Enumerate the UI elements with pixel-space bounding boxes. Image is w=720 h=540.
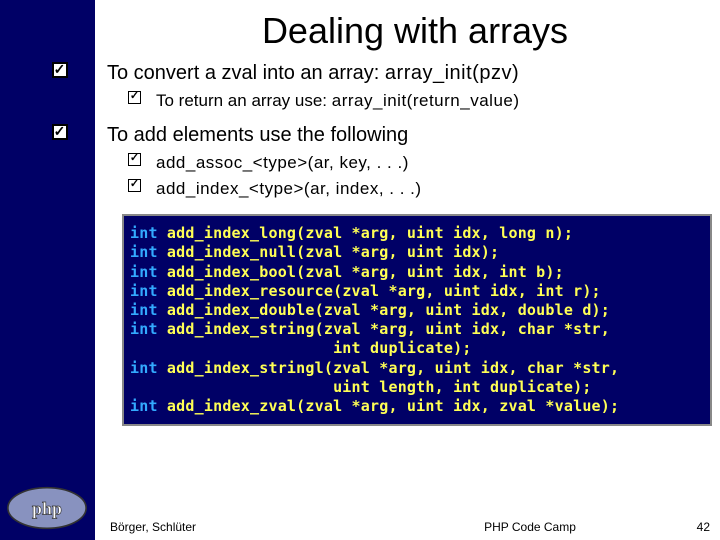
slide-title: Dealing with arrays — [0, 0, 720, 60]
checkbox-icon — [12, 60, 107, 78]
checkbox-icon — [12, 122, 107, 140]
code-keyword: int — [130, 224, 158, 242]
code-line: add_index_string(zval *arg, uint idx, ch… — [158, 320, 610, 338]
bullet-text-pre: To return an array use: — [156, 91, 332, 110]
bullet-text-code: array_init(pzv) — [385, 62, 519, 84]
code-keyword: int — [130, 320, 158, 338]
code-line: uint length, int duplicate); — [130, 378, 592, 396]
php-logo-icon: php — [6, 486, 88, 530]
code-line: add_index_zval(zval *arg, uint idx, zval… — [158, 397, 620, 415]
code-line: add_index_bool(zval *arg, uint idx, int … — [158, 263, 564, 281]
bullet-level2: add_index_<type>(ar, index, . . .) — [128, 178, 720, 200]
footer-title: PHP Code Camp — [390, 520, 670, 534]
bullet-level1: To add elements use the following — [12, 122, 720, 148]
code-line: add_index_resource(zval *arg, uint idx, … — [158, 282, 601, 300]
bullet-text: To add elements use the following — [107, 122, 720, 148]
footer-page-number: 42 — [670, 520, 710, 534]
code-keyword: int — [130, 282, 158, 300]
checkbox-icon — [128, 178, 156, 192]
bullet-text-code: add_assoc_<type>(ar, key, . . .) — [156, 152, 720, 174]
code-keyword: int — [130, 397, 158, 415]
code-keyword: int — [130, 263, 158, 281]
bullet-text-code: array_init(return_value) — [332, 91, 520, 110]
bullet-level2: add_assoc_<type>(ar, key, . . .) — [128, 152, 720, 174]
bullet-level2: To return an array use: array_init(retur… — [128, 90, 720, 112]
code-keyword: int — [130, 359, 158, 377]
footer: Börger, Schlüter PHP Code Camp 42 — [110, 520, 710, 534]
code-line: add_index_null(zval *arg, uint idx); — [158, 243, 500, 261]
footer-authors: Börger, Schlüter — [110, 520, 390, 534]
bullet-text: To return an array use: array_init(retur… — [156, 90, 720, 112]
code-line: add_index_long(zval *arg, uint idx, long… — [158, 224, 573, 242]
checkbox-icon — [128, 90, 156, 104]
code-block: int add_index_long(zval *arg, uint idx, … — [122, 214, 712, 426]
bullet-text-pre: To convert a zval into an array: — [107, 62, 385, 84]
content-area: Dealing with arrays To convert a zval in… — [0, 0, 720, 540]
bullet-level1: To convert a zval into an array: array_i… — [12, 60, 720, 86]
code-keyword: int — [130, 301, 158, 319]
bullet-text-code: add_index_<type>(ar, index, . . .) — [156, 178, 720, 200]
slide: Dealing with arrays To convert a zval in… — [0, 0, 720, 540]
bullet-text: To convert a zval into an array: array_i… — [107, 60, 720, 86]
code-line: int duplicate); — [130, 339, 472, 357]
svg-text:php: php — [32, 499, 62, 519]
body: To convert a zval into an array: array_i… — [0, 60, 720, 426]
code-keyword: int — [130, 243, 158, 261]
checkbox-icon — [128, 152, 156, 166]
code-line: add_index_stringl(zval *arg, uint idx, c… — [158, 359, 620, 377]
code-line: add_index_double(zval *arg, uint idx, do… — [158, 301, 610, 319]
